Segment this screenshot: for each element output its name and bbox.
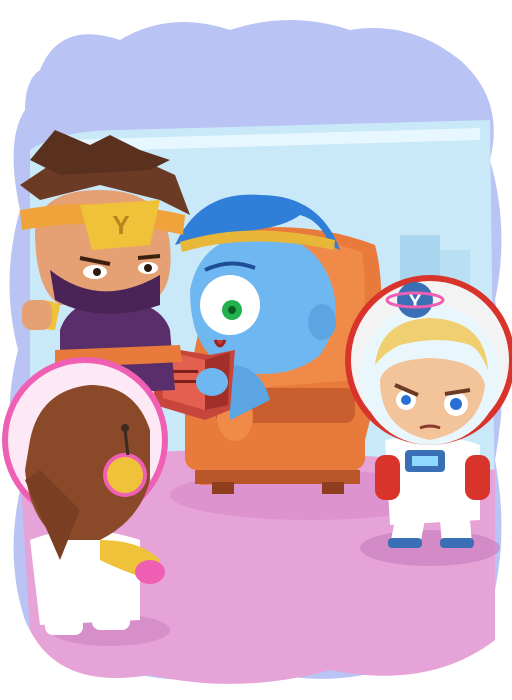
illustration-scene: Y Y	[2, 20, 512, 684]
ninja-headband-letter: Y	[112, 210, 129, 240]
